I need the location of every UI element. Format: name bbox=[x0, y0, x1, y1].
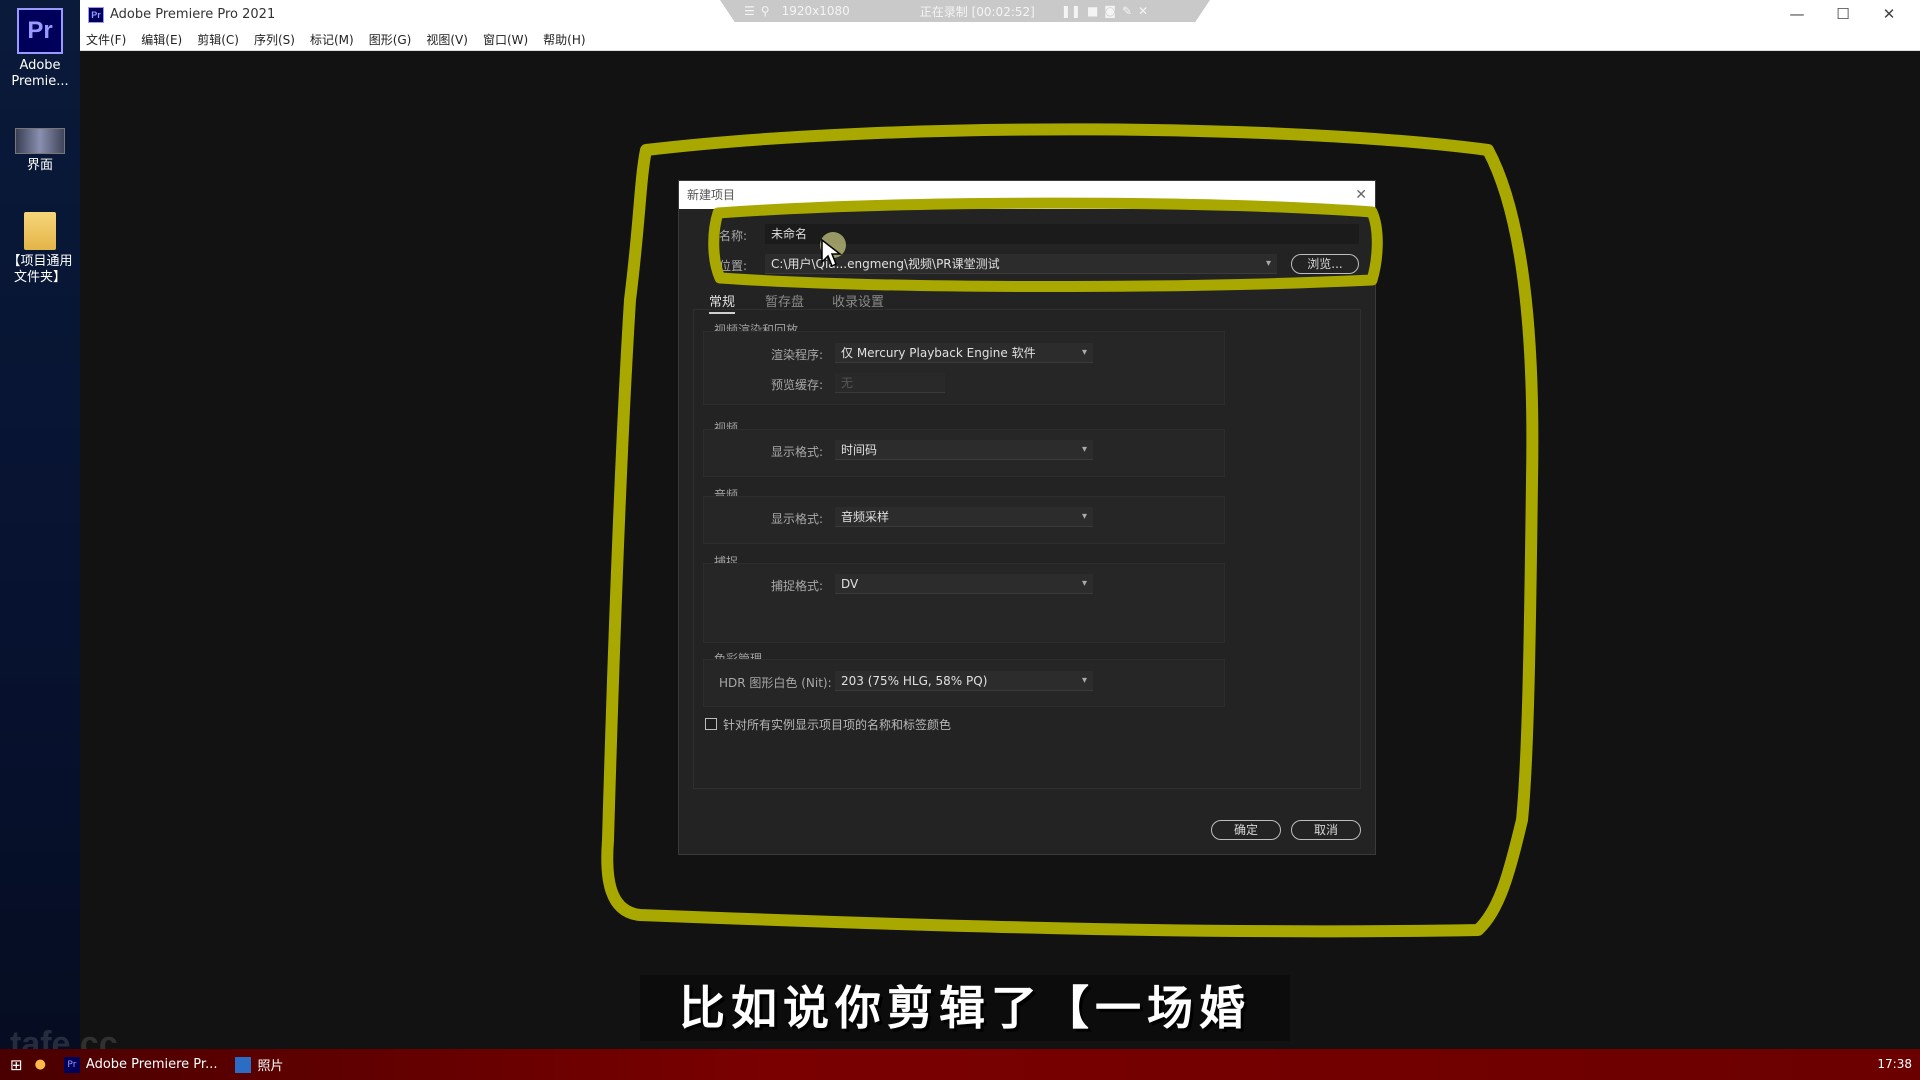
recorder-status: 正在录制 [00:02:52] bbox=[919, 4, 1035, 19]
video-display-label: 显示格式: bbox=[771, 445, 824, 459]
preview-cache-select: 无 bbox=[835, 373, 945, 393]
dialog-close-icon[interactable]: ✕ bbox=[1355, 181, 1367, 209]
show-names-checkbox-label: 针对所有实例显示项目项的名称和标签颜色 bbox=[723, 718, 952, 732]
screen-recorder-bar: ☰ ⚲ 1920x1080 正在录制 [00:02:52] ❚❚ ■ ◙ ✎ ✕ bbox=[720, 0, 1210, 22]
dialog-title-bar[interactable]: 新建项目 ✕ bbox=[679, 181, 1375, 209]
chevron-down-icon: ▾ bbox=[1265, 258, 1271, 269]
minimize-icon[interactable]: — bbox=[1774, 0, 1820, 29]
taskbar-clock: 17:38 bbox=[1877, 1057, 1912, 1071]
location-value: C:\用户\Qia...engmeng\视频\PR课堂测试 bbox=[771, 257, 1000, 271]
taskbar-item-label: Adobe Premiere Pr... bbox=[85, 1057, 218, 1072]
menu-bar: 文件(F) 编辑(E) 剪辑(C) 序列(S) 标记(M) 图形(G) 视图(V… bbox=[80, 29, 1920, 51]
menu-graphics[interactable]: 图形(G) bbox=[369, 31, 412, 48]
window-title: Adobe Premiere Pro 2021 bbox=[110, 7, 276, 22]
desktop-icon-project-folder[interactable]: 【项目通用文件夹】 bbox=[2, 212, 78, 286]
cursor-arrow-icon bbox=[821, 238, 842, 268]
chevron-down-icon: ▾ bbox=[1081, 347, 1087, 358]
audio-display-label: 显示格式: bbox=[771, 512, 824, 526]
tab-scratch-disks[interactable]: 暂存盘 bbox=[765, 291, 804, 310]
menu-sequence[interactable]: 序列(S) bbox=[254, 31, 295, 48]
hdr-white-label: HDR 图形白色 (Nit): bbox=[719, 676, 832, 690]
desktop-icon-label: 界面 bbox=[26, 158, 53, 173]
preview-cache-value: 无 bbox=[841, 376, 854, 390]
recorder-resolution: 1920x1080 bbox=[781, 4, 850, 18]
stop-icon[interactable]: ■ bbox=[1087, 4, 1098, 18]
video-display-select[interactable]: 时间码 ▾ bbox=[835, 440, 1093, 460]
desktop-strip: Pr Adobe Premie... 界面 【项目通用文件夹】 bbox=[0, 0, 80, 1049]
screen: Pr Adobe Premie... 界面 【项目通用文件夹】 Pr Adobe… bbox=[0, 0, 1920, 1080]
pause-icon[interactable]: ❚❚ bbox=[1061, 4, 1081, 18]
menu-window[interactable]: 窗口(W) bbox=[483, 31, 528, 48]
menu-file[interactable]: 文件(F) bbox=[86, 31, 126, 48]
capture-format-value: DV bbox=[841, 577, 859, 591]
browser-icon[interactable]: ● bbox=[35, 1057, 46, 1072]
chevron-down-icon: ▾ bbox=[1081, 675, 1087, 686]
pin-icon[interactable]: ⚲ bbox=[761, 4, 770, 18]
menu-view[interactable]: 视图(V) bbox=[426, 31, 468, 48]
menu-icon[interactable]: ☰ bbox=[744, 4, 755, 18]
photos-icon bbox=[235, 1056, 252, 1073]
name-label: 名称: bbox=[719, 229, 748, 243]
premiere-logo-icon: Pr bbox=[88, 6, 104, 23]
pen-icon[interactable]: ✎ bbox=[1122, 4, 1132, 18]
show-names-checkbox[interactable] bbox=[705, 718, 717, 730]
chevron-down-icon: ▾ bbox=[1081, 511, 1087, 522]
taskbar-item-label: 照片 bbox=[257, 1059, 284, 1074]
chevron-down-icon: ▾ bbox=[1081, 578, 1087, 589]
renderer-select[interactable]: 仅 Mercury Playback Engine 软件 ▾ bbox=[835, 343, 1093, 363]
ok-button[interactable]: 确定 bbox=[1211, 820, 1281, 840]
new-project-dialog: 新建项目 ✕ 名称: 未命名 位置: C:\用户\Qia...engmeng\视… bbox=[678, 180, 1376, 855]
close-icon[interactable]: ✕ bbox=[1138, 4, 1148, 18]
title-bar[interactable]: Pr Adobe Premiere Pro 2021 ☰ ⚲ 1920x1080… bbox=[80, 0, 1920, 29]
taskbar: ⊞ ● Pr Adobe Premiere Pr... 照片 17:38 bbox=[0, 1049, 1920, 1080]
folder-icon bbox=[24, 212, 56, 250]
close-window-icon[interactable]: ✕ bbox=[1866, 0, 1912, 29]
taskbar-item-premiere[interactable]: Pr Adobe Premiere Pr... bbox=[63, 1056, 218, 1073]
tab-ingest-settings[interactable]: 收录设置 bbox=[832, 291, 884, 310]
desktop-icon-premiere[interactable]: Pr Adobe Premie... bbox=[2, 8, 78, 90]
video-subtitle: 比如说你剪辑了【一场婚礼】 bbox=[640, 975, 1290, 1080]
desktop-icon-interface[interactable]: 界面 bbox=[2, 128, 78, 174]
chevron-down-icon: ▾ bbox=[1081, 444, 1087, 455]
location-label: 位置: bbox=[719, 259, 748, 273]
preview-cache-label: 预览缓存: bbox=[771, 378, 824, 392]
audio-display-value: 音频采样 bbox=[841, 510, 890, 524]
menu-help[interactable]: 帮助(H) bbox=[543, 31, 585, 48]
renderer-value: 仅 Mercury Playback Engine 软件 bbox=[841, 346, 1036, 360]
dialog-title: 新建项目 bbox=[687, 188, 736, 202]
capture-format-label: 捕捉格式: bbox=[771, 579, 824, 593]
renderer-label: 渲染程序: bbox=[771, 348, 824, 362]
hdr-white-select[interactable]: 203 (75% HLG, 58% PQ) ▾ bbox=[835, 671, 1093, 691]
desktop-icon-label: Adobe Premie... bbox=[11, 58, 69, 89]
premiere-app-icon: Pr bbox=[17, 8, 63, 54]
desktop-icon-label: 【项目通用文件夹】 bbox=[7, 254, 73, 285]
menu-clip[interactable]: 剪辑(C) bbox=[197, 31, 239, 48]
camera-icon[interactable]: ◙ bbox=[1104, 4, 1116, 18]
hdr-white-value: 203 (75% HLG, 58% PQ) bbox=[841, 674, 988, 688]
menu-marker[interactable]: 标记(M) bbox=[310, 31, 354, 48]
menu-edit[interactable]: 编辑(E) bbox=[141, 31, 182, 48]
audio-display-select[interactable]: 音频采样 ▾ bbox=[835, 507, 1093, 527]
video-display-value: 时间码 bbox=[841, 443, 878, 457]
window-controls: — ☐ ✕ bbox=[1774, 0, 1912, 29]
maximize-icon[interactable]: ☐ bbox=[1820, 0, 1866, 29]
premiere-taskbar-icon: Pr bbox=[63, 1056, 80, 1073]
capture-format-select[interactable]: DV ▾ bbox=[835, 574, 1093, 594]
project-name-input[interactable]: 未命名 bbox=[765, 224, 1359, 244]
image-thumbnail-icon bbox=[15, 128, 65, 154]
browse-button[interactable]: 浏览... bbox=[1291, 254, 1359, 274]
taskbar-item-photos[interactable]: 照片 bbox=[235, 1055, 283, 1074]
cancel-button[interactable]: 取消 bbox=[1291, 820, 1361, 840]
windows-start-icon[interactable]: ⊞ bbox=[10, 1056, 23, 1074]
